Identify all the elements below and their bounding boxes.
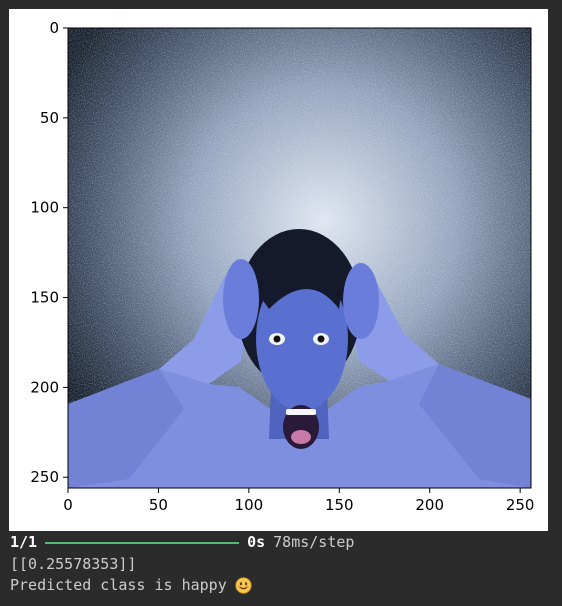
photo bbox=[68, 28, 531, 488]
right-hand bbox=[343, 263, 379, 339]
image-plot: 0 50 100 150 200 250 0 50 100 150 200 250 bbox=[30, 19, 534, 514]
x-tick-label: 100 bbox=[235, 496, 264, 514]
eta-label: 0s bbox=[247, 533, 266, 551]
x-tick-label: 150 bbox=[325, 496, 354, 514]
step-time-label: 78ms/step bbox=[273, 533, 355, 551]
teeth bbox=[286, 409, 316, 415]
y-tick-label: 250 bbox=[30, 468, 59, 486]
y-tick-label: 50 bbox=[40, 109, 59, 127]
y-tick-label: 150 bbox=[30, 289, 59, 307]
x-tick-label: 0 bbox=[63, 496, 73, 514]
progress-line: 1/1 0s 78ms/step bbox=[10, 532, 558, 554]
result-text: Predicted class is happy bbox=[10, 576, 227, 594]
x-tick-label: 50 bbox=[149, 496, 168, 514]
progress-bar bbox=[45, 541, 240, 544]
y-tick-label: 100 bbox=[30, 199, 59, 217]
smiling-face-icon bbox=[235, 577, 252, 594]
left-pupil bbox=[273, 335, 281, 343]
x-tick-label: 250 bbox=[506, 496, 535, 514]
figure-panel: 0 50 100 150 200 250 0 50 100 150 200 250 bbox=[9, 9, 548, 531]
progress-fill bbox=[45, 541, 240, 544]
x-axis: 0 50 100 150 200 250 bbox=[63, 488, 534, 514]
step-count: 1/1 bbox=[10, 533, 38, 551]
y-tick-label: 0 bbox=[49, 19, 59, 37]
left-hand bbox=[223, 259, 259, 339]
tongue bbox=[291, 430, 311, 444]
cell-output: 1/1 0s 78ms/step [[0.25578353]] Predicte… bbox=[10, 532, 558, 597]
y-axis: 0 50 100 150 200 250 bbox=[30, 19, 68, 486]
y-tick-label: 200 bbox=[30, 378, 59, 396]
x-tick-label: 200 bbox=[415, 496, 444, 514]
right-pupil bbox=[317, 335, 325, 343]
